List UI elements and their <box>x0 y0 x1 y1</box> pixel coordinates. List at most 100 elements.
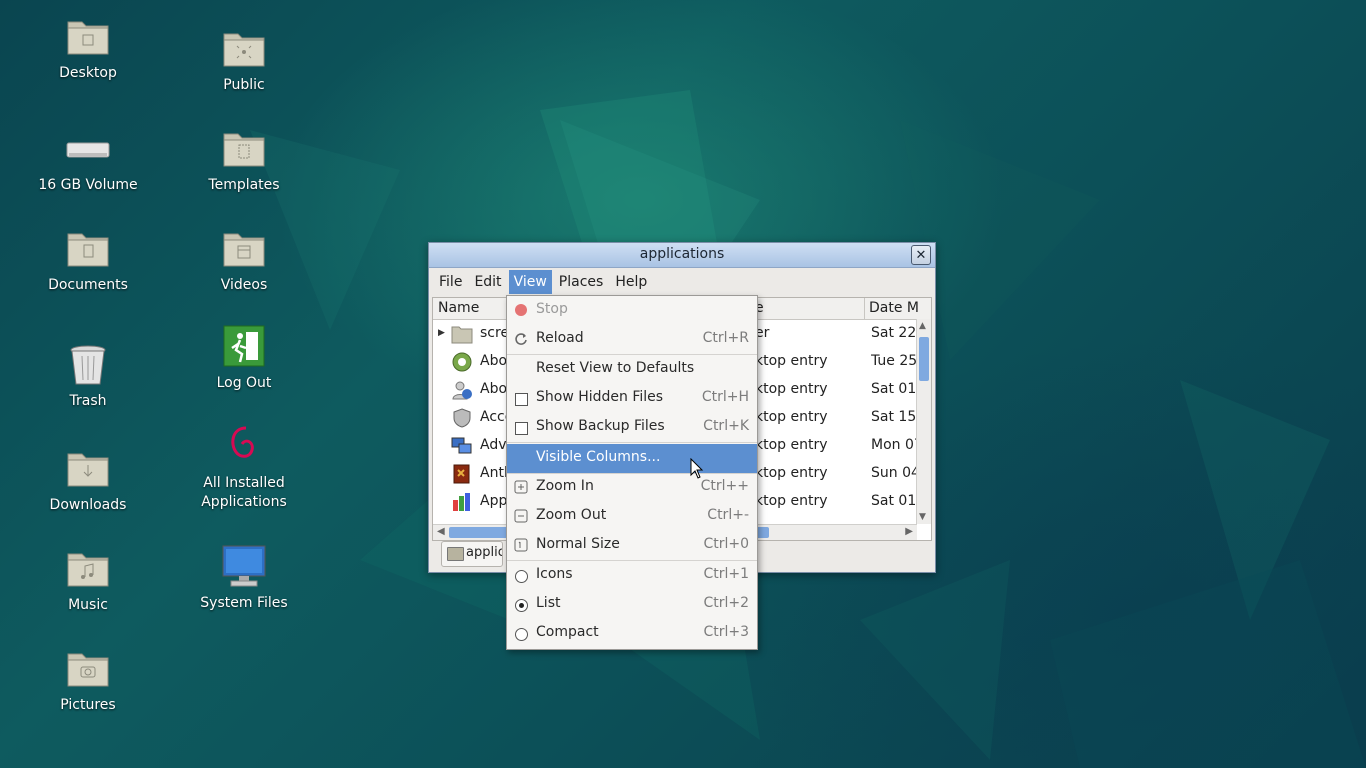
menu-item-compact-view[interactable]: Compact Ctrl+3 <box>507 619 757 648</box>
close-button[interactable]: ✕ <box>911 245 931 265</box>
menu-item-list-view[interactable]: List Ctrl+2 <box>507 590 757 619</box>
file-name: Abo <box>480 381 508 397</box>
menu-item-normal-size[interactable]: Normal Size Ctrl+0 <box>507 531 757 560</box>
menu-file[interactable]: File <box>434 270 467 294</box>
desktop-icon-music[interactable]: Music <box>28 544 148 615</box>
menu-places[interactable]: Places <box>554 270 609 294</box>
desktop-icon-pictures[interactable]: Pictures <box>28 644 148 715</box>
desktop-icon-all-installed-applications[interactable]: All Installed Applications <box>184 422 304 512</box>
file-date: Mon 07 <box>871 437 917 453</box>
desktop-icon-label-line1: All Installed <box>203 475 285 491</box>
file-date: Sat 01 J <box>871 381 917 397</box>
about-app-icon <box>452 352 472 372</box>
menu-item-stop[interactable]: Stop <box>507 296 757 325</box>
pictures-folder-icon <box>64 644 112 692</box>
menu-item-label: Icons <box>536 566 573 582</box>
menu-item-shortcut: Ctrl+0 <box>703 536 749 552</box>
desktop-folder-icon <box>64 12 112 60</box>
computer-icon <box>220 542 268 590</box>
file-type: ktop entry <box>755 437 828 453</box>
radio-icon[interactable] <box>515 570 528 583</box>
location-label: applicat <box>466 545 502 560</box>
window-titlebar[interactable]: applications ✕ <box>429 243 935 268</box>
column-separator[interactable] <box>864 298 865 319</box>
desktop-icon-log-out[interactable]: Log Out <box>184 322 304 393</box>
about-me-icon <box>452 381 472 400</box>
desktop-icon-label: Log Out <box>216 375 272 391</box>
menu-item-label: Compact <box>536 624 599 640</box>
menu-item-zoom-in[interactable]: Zoom In Ctrl++ <box>507 473 757 502</box>
column-name-header[interactable]: Name <box>438 300 479 316</box>
file-type: ktop entry <box>755 465 828 481</box>
desktop-icon-label: All Installed Applications <box>184 474 304 512</box>
radio-icon[interactable] <box>515 628 528 641</box>
menu-item-label: Zoom In <box>536 478 594 494</box>
public-folder-icon <box>220 24 268 72</box>
mouse-pointer-icon <box>690 458 704 479</box>
folder-icon <box>451 326 473 344</box>
menu-item-show-hidden-files[interactable]: Show Hidden Files Ctrl+H <box>507 384 757 413</box>
downloads-folder-icon <box>64 444 112 492</box>
desktop-icon-label: Pictures <box>60 697 116 713</box>
desktop-icon-label: Templates <box>208 177 280 193</box>
desktop-icon-public[interactable]: Public <box>184 24 304 95</box>
menu-edit[interactable]: Edit <box>469 270 506 294</box>
desktop-icon-templates[interactable]: Templates <box>184 124 304 195</box>
menu-item-label: Show Backup Files <box>536 418 665 434</box>
file-date: Sun 04 <box>871 465 917 481</box>
desktop-icon-label: 16 GB Volume <box>38 177 138 193</box>
column-date-header[interactable]: Date M <box>869 300 919 316</box>
file-type: ktop entry <box>755 353 828 369</box>
menu-item-label: Zoom Out <box>536 507 607 523</box>
desktop-icon-16gb-volume[interactable]: 16 GB Volume <box>28 124 148 195</box>
menu-item-visible-columns[interactable]: Visible Columns... <box>507 444 757 473</box>
accessibility-shield-icon <box>453 408 471 428</box>
menu-item-show-backup-files[interactable]: Show Backup Files Ctrl+K <box>507 413 757 442</box>
menu-separator <box>507 442 757 443</box>
expander-arrow-icon[interactable]: ▶ <box>438 328 445 338</box>
desktop-icon-desktop[interactable]: Desktop <box>28 12 148 83</box>
menu-item-shortcut: Ctrl+K <box>703 418 749 434</box>
menu-item-shortcut: Ctrl+3 <box>703 624 749 640</box>
scroll-right-icon[interactable]: ▶ <box>905 526 913 537</box>
vertical-scroll-thumb[interactable] <box>919 337 929 381</box>
radio-selected-icon[interactable] <box>515 599 528 612</box>
desktop-icon-downloads[interactable]: Downloads <box>28 444 148 515</box>
folder-icon <box>447 547 464 561</box>
file-date: Tue 25 <box>871 353 917 369</box>
location-button[interactable]: applicat <box>441 541 503 567</box>
menu-item-shortcut: Ctrl+1 <box>703 566 749 582</box>
stop-icon <box>515 304 527 316</box>
menu-item-label: Stop <box>536 301 568 317</box>
menu-item-icons-view[interactable]: Icons Ctrl+1 <box>507 561 757 590</box>
desktop-icon-documents[interactable]: Documents <box>28 224 148 295</box>
menu-item-zoom-out[interactable]: Zoom Out Ctrl+- <box>507 502 757 531</box>
checkbox-icon[interactable] <box>515 393 528 406</box>
menu-item-shortcut: Ctrl+- <box>707 507 749 523</box>
desktop-icon-label: Public <box>223 77 265 93</box>
checkbox-icon[interactable] <box>515 422 528 435</box>
desktop-icon-label-line2: Applications <box>201 494 287 510</box>
scroll-up-icon[interactable]: ▲ <box>919 321 926 331</box>
reload-icon <box>515 333 527 345</box>
zoom-out-icon <box>514 509 528 523</box>
zoom-original-icon <box>514 538 528 552</box>
desktop-icon-trash[interactable]: Trash <box>28 340 148 411</box>
close-icon: ✕ <box>915 247 927 263</box>
menu-help[interactable]: Help <box>610 270 652 294</box>
menubar: File Edit View Places Help <box>429 268 935 296</box>
menu-item-label: Normal Size <box>536 536 620 552</box>
menu-item-shortcut: Ctrl+H <box>701 389 749 405</box>
menu-item-label: Show Hidden Files <box>536 389 664 405</box>
network-computers-icon <box>451 437 472 454</box>
menu-item-reset-view[interactable]: Reset View to Defaults <box>507 355 757 384</box>
menu-view[interactable]: View <box>508 270 552 294</box>
desktop-icon-label: Trash <box>69 393 107 409</box>
vertical-scrollbar[interactable]: ▲ ▼ <box>916 319 931 524</box>
menu-item-label: Reset View to Defaults <box>536 360 695 376</box>
scroll-left-icon[interactable]: ◀ <box>437 526 445 537</box>
menu-item-reload[interactable]: Reload Ctrl+R <box>507 325 757 354</box>
scroll-down-icon[interactable]: ▼ <box>919 512 926 522</box>
desktop-icon-videos[interactable]: Videos <box>184 224 304 295</box>
desktop-icon-system-files[interactable]: System Files <box>184 542 304 613</box>
